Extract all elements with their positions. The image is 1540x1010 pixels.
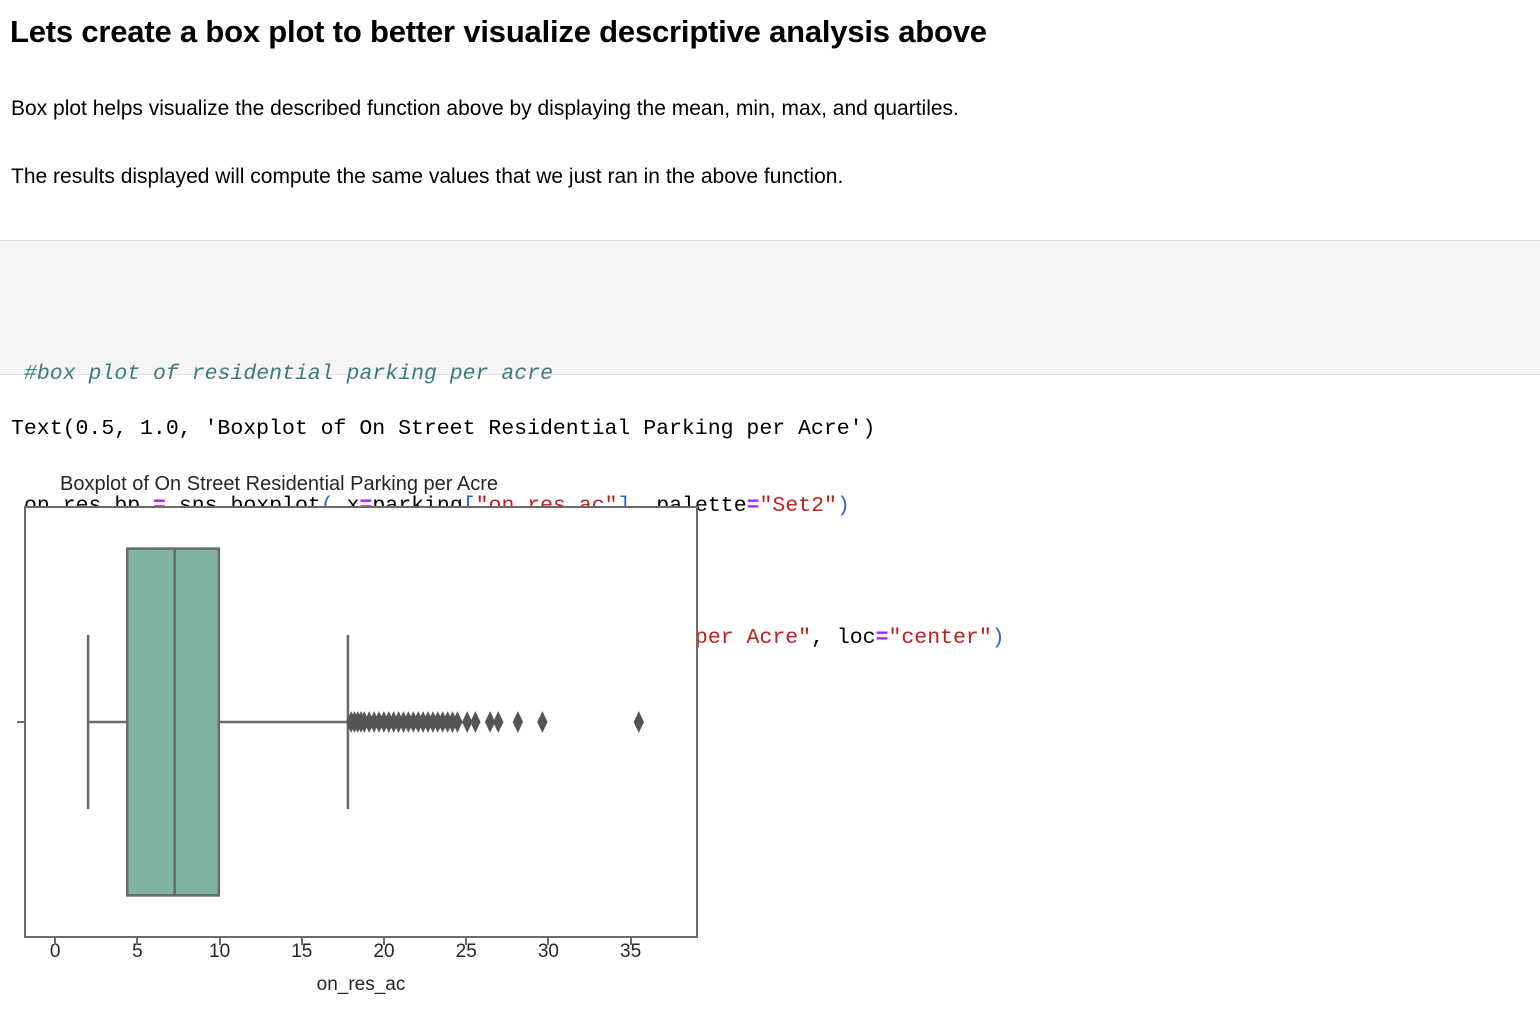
intro-paragraph-1: Box plot helps visualize the described f… (11, 97, 959, 120)
outlier-marker (633, 711, 644, 733)
cell-output-text: Text(0.5, 1.0, 'Boxplot of On Street Res… (11, 417, 876, 441)
box-iqr (126, 547, 221, 897)
x-tick-mark (136, 938, 139, 945)
code-kwarg-equals-2: = (746, 494, 760, 518)
chart-title: Boxplot of On Street Residential Parking… (60, 473, 499, 495)
code-palette-value: "Set2" (759, 494, 837, 518)
x-tick-mark (465, 938, 468, 945)
x-axis-tick-labels: 0 5 10 15 20 25 30 35 (0, 938, 740, 971)
outlier-marker (537, 711, 548, 733)
code-cell[interactable]: #box plot of residential parking per acr… (0, 240, 1540, 650)
page-title: Lets create a box plot to better visuali… (10, 14, 987, 49)
y-tick-mark (17, 721, 24, 723)
plot-axes (24, 506, 698, 938)
code-paren-close-2: ) (991, 626, 1005, 650)
boxplot-figure: Boxplot of On Street Residential Parking… (0, 455, 740, 1010)
code-kwarg-loc: loc (836, 626, 876, 650)
code-kwarg-equals-3: = (875, 626, 889, 650)
x-tick-mark (218, 938, 221, 945)
outlier-marker (470, 711, 481, 733)
boxplot-svg (86, 547, 644, 897)
intro-paragraph-2: The results displayed will compute the s… (11, 165, 844, 188)
code-comment: #box plot of residential parking per acr… (24, 362, 553, 386)
x-tick-mark (54, 938, 57, 945)
code-line-1: #box plot of residential parking per acr… (24, 358, 1005, 391)
code-paren-close-1: ) (836, 494, 850, 518)
x-tick-mark (547, 938, 550, 945)
x-tick-mark (300, 938, 303, 945)
outlier-marker (493, 711, 504, 733)
x-tick-mark (629, 938, 632, 945)
code-loc-value: "center" (888, 626, 992, 650)
x-axis-label: on_res_ac (316, 974, 406, 995)
outlier-marker (512, 711, 524, 733)
x-tick-mark (383, 938, 385, 945)
code-comma-2: , (811, 626, 837, 650)
